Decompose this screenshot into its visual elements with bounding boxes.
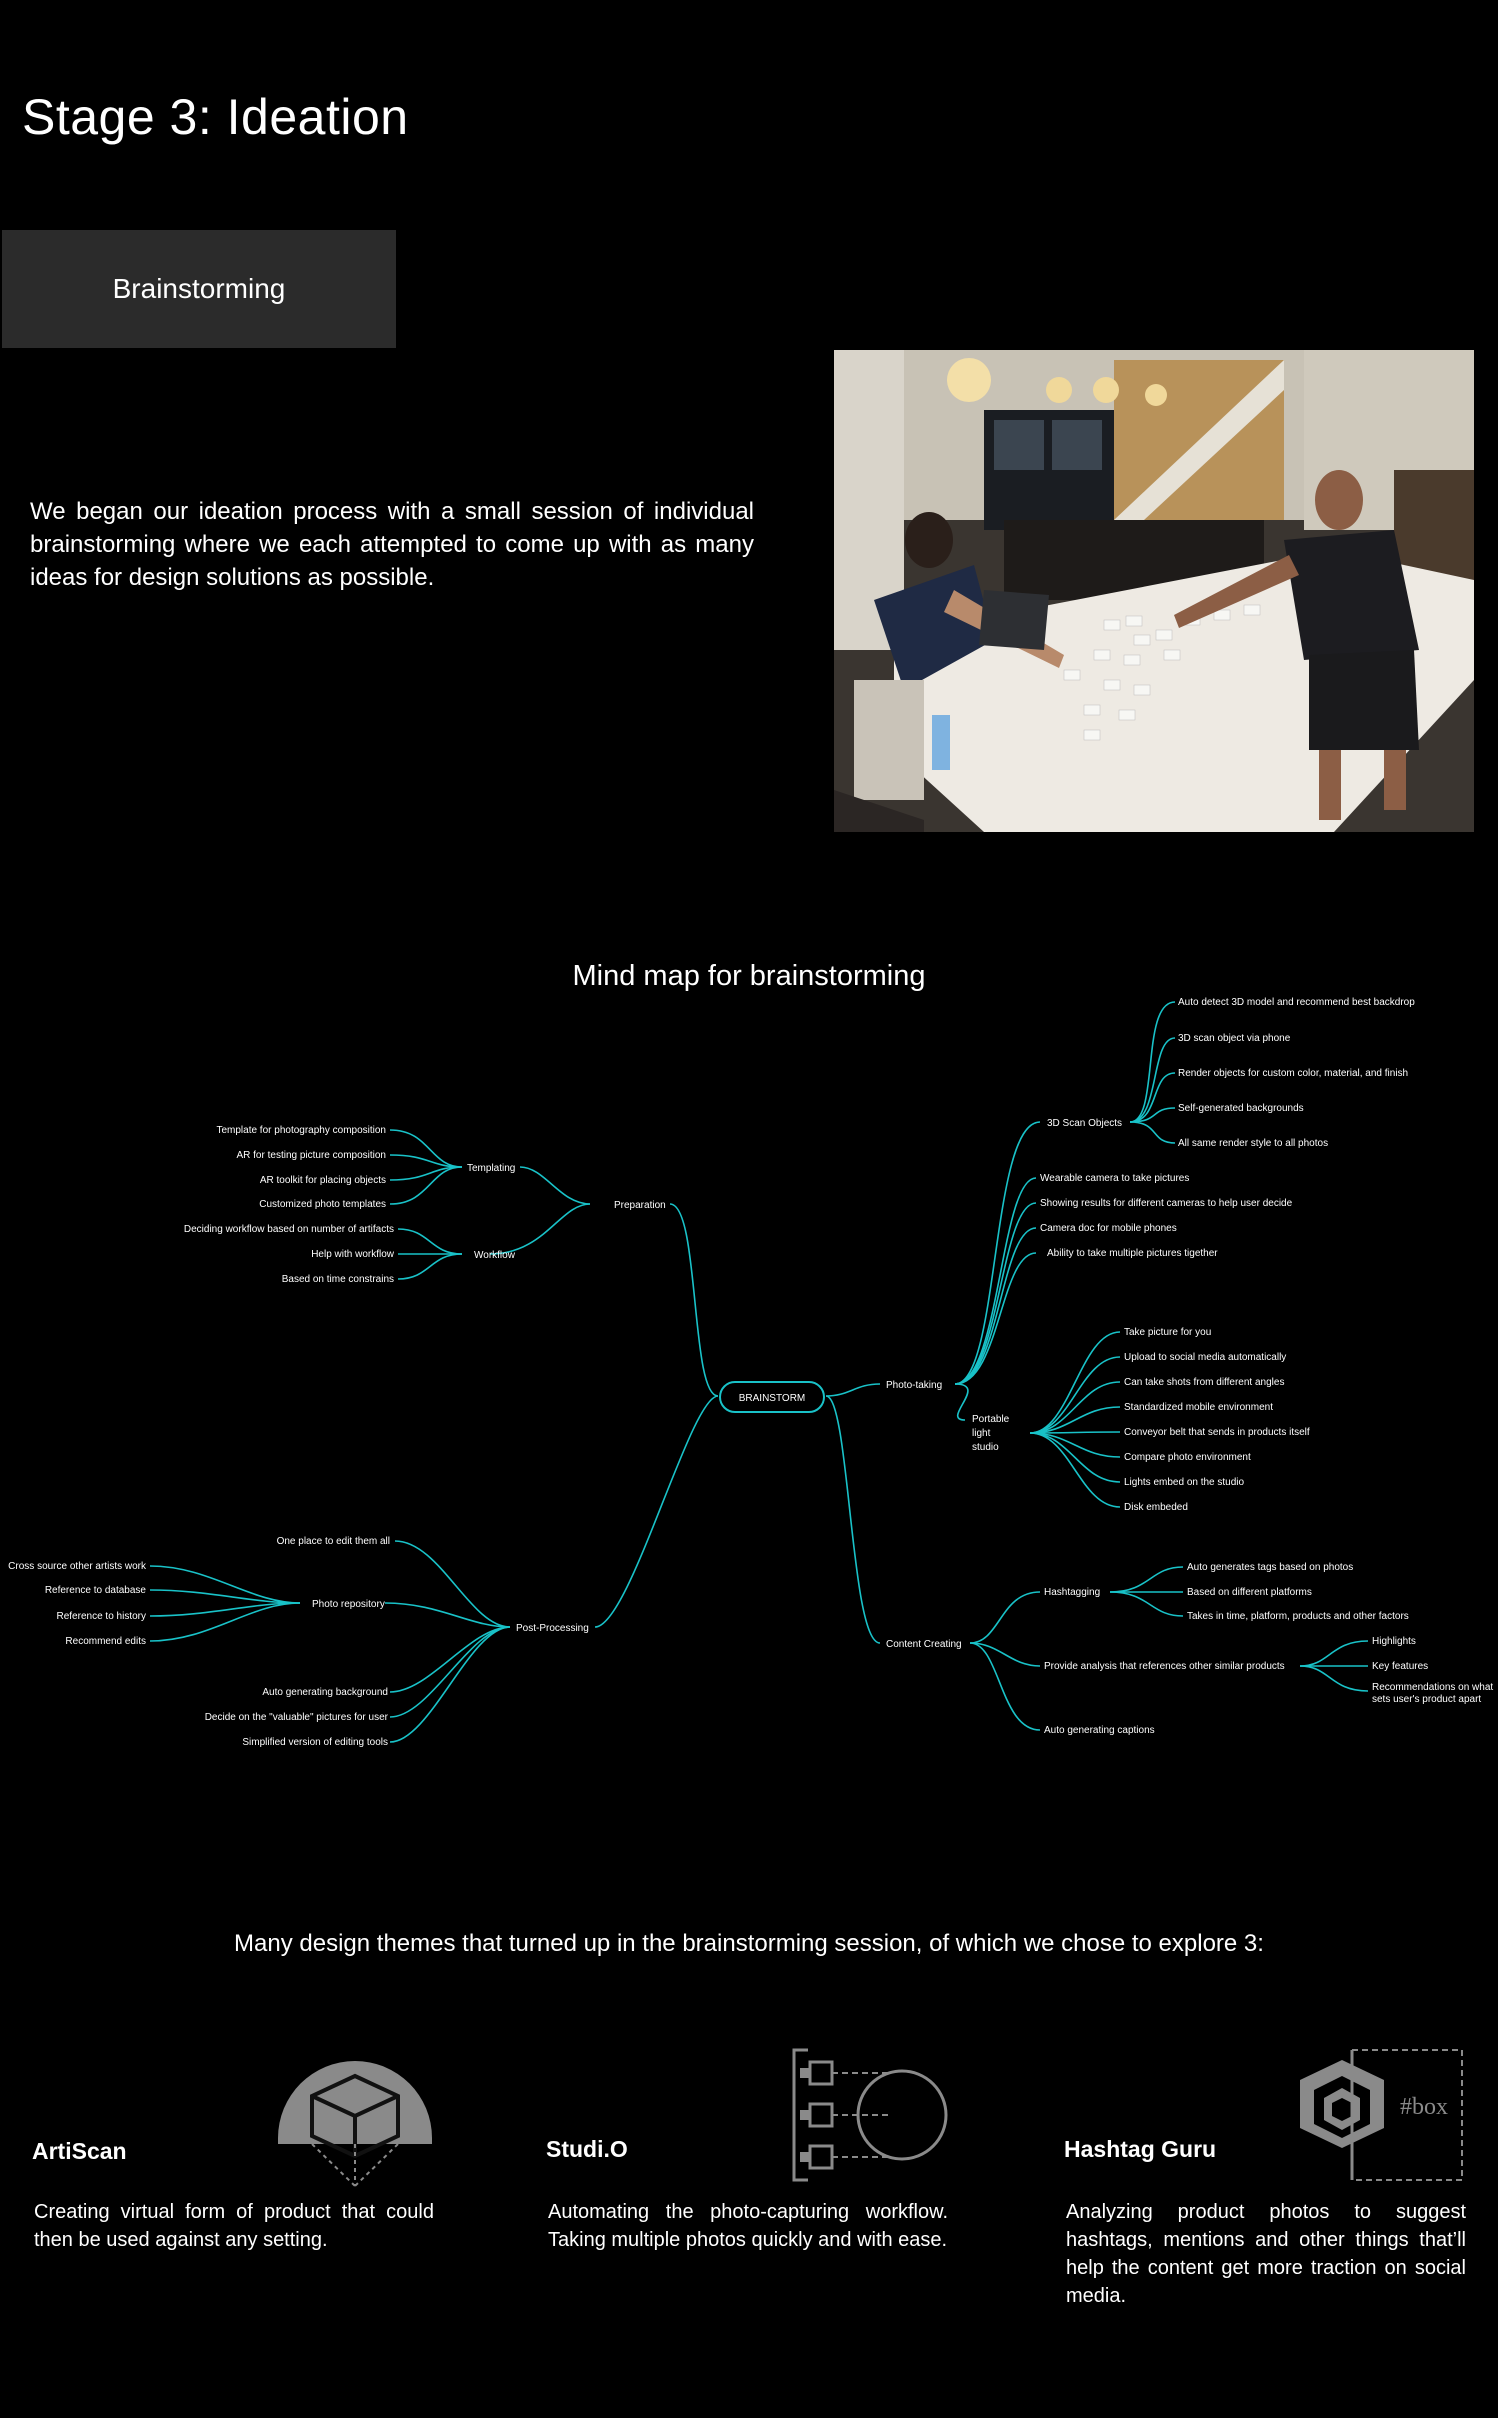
mindmap-leaf: Take picture for you xyxy=(1124,1327,1211,1338)
dome-cube-icon xyxy=(276,2048,434,2190)
mindmap-leaf: Ability to take multiple pictures tigeth… xyxy=(1047,1248,1218,1259)
mindmap-leaf: sets user's product apart xyxy=(1372,1694,1481,1705)
mindmap-leaf: Auto detect 3D model and recommend best … xyxy=(1178,997,1415,1008)
mindmap-leaf: AR toolkit for placing objects xyxy=(260,1175,386,1186)
mindmap-leaf: Render objects for custom color, materia… xyxy=(1178,1068,1408,1079)
mindmap-leaf: Compare photo environment xyxy=(1124,1452,1251,1463)
tab-brainstorming[interactable]: Brainstorming xyxy=(2,230,396,348)
mindmap-leaf: Template for photography composition xyxy=(216,1125,386,1136)
mindmap-leaf: Help with workflow xyxy=(311,1249,395,1260)
mindmap-leaf: Recommend edits xyxy=(65,1636,146,1647)
mindmap-leaf: Decide on the "valuable" pictures for us… xyxy=(205,1712,389,1723)
theme-title-studio: Studi.O xyxy=(546,2136,628,2162)
mindmap-leaf: Showing results for different cameras to… xyxy=(1040,1198,1293,1209)
node-portable-studio-line2: light xyxy=(972,1428,991,1439)
mindmap-leaf: AR for testing picture composition xyxy=(236,1150,386,1161)
mindmap-leaf: 3D scan object via phone xyxy=(1178,1033,1291,1044)
theme-desc-hashtag-guru: Analyzing product photos to suggest hash… xyxy=(1066,2201,1466,2307)
theme-desc-studio: Automating the photo-capturing workflow.… xyxy=(548,2201,948,2251)
node-portable-studio-line1: Portable xyxy=(972,1414,1010,1425)
mindmap-leaf: Standardized mobile environment xyxy=(1124,1402,1273,1413)
mindmap-leaf: Auto generating background xyxy=(262,1687,388,1698)
mindmap-leaf: Upload to social media automatically xyxy=(1124,1352,1286,1363)
mindmap-leaf: One place to edit them all xyxy=(277,1536,390,1547)
mindmap-leaf: Deciding workflow based on number of art… xyxy=(184,1224,394,1235)
mindmap-leaf: Customized photo templates xyxy=(259,1199,386,1210)
mindmap-title: Mind map for brainstorming xyxy=(572,960,926,992)
page-title: Stage 3: Ideation xyxy=(22,89,409,145)
node-photo-repository: Photo repository xyxy=(312,1599,385,1610)
mindmap-leaf: Recommendations on what xyxy=(1372,1682,1493,1693)
intro-paragraph: We began our ideation process with a sma… xyxy=(30,498,754,591)
mindmap-leaf: Wearable camera to take pictures xyxy=(1040,1173,1189,1184)
mindmap-leaf: Reference to history xyxy=(57,1611,147,1622)
mindmap-leaf: Disk embeded xyxy=(1124,1502,1188,1513)
mindmap-leaf: Self-generated backgrounds xyxy=(1178,1103,1304,1114)
mindmap-leaf: Reference to database xyxy=(45,1585,147,1596)
mindmap-leaf: Auto generates tags based on photos xyxy=(1187,1562,1353,1573)
mindmap-leaf: Auto generating captions xyxy=(1044,1725,1155,1736)
hashtag-box-icon-text: #box xyxy=(1400,2094,1448,2120)
node-workflow: Workflow xyxy=(474,1250,516,1261)
mindmap-leaf: Can take shots from different angles xyxy=(1124,1377,1284,1388)
node-3d-scan: 3D Scan Objects xyxy=(1047,1118,1122,1129)
mindmap-leaf: All same render style to all photos xyxy=(1178,1138,1328,1149)
mindmap-leaf: Cross source other artists work xyxy=(8,1561,147,1572)
mindmap-leaf: Conveyor belt that sends in products its… xyxy=(1124,1427,1310,1438)
brainstorm-photo xyxy=(834,350,1474,832)
mindmap-leaf: Camera doc for mobile phones xyxy=(1040,1223,1177,1234)
node-content-creating: Content Creating xyxy=(886,1639,962,1650)
themes-heading: Many design themes that turned up in the… xyxy=(234,1930,1264,1957)
theme-title-artiscan: ArtiScan xyxy=(32,2138,127,2164)
theme-title-hashtag-guru: Hashtag Guru xyxy=(1064,2136,1217,2162)
mindmap-center-label: BRAINSTORM xyxy=(739,1393,806,1404)
node-post-processing: Post-Processing xyxy=(516,1623,589,1634)
hashtag-box-icon: #box xyxy=(1288,2046,1466,2184)
mindmap-leaf: Lights embed on the studio xyxy=(1124,1477,1245,1488)
camera-rig-icon xyxy=(790,2046,950,2184)
brainstorm-photo-illustration xyxy=(834,350,1474,832)
mindmap-leaf: Simplified version of editing tools xyxy=(242,1737,388,1748)
node-analysis: Provide analysis that references other s… xyxy=(1044,1661,1285,1672)
mindmap-leaf: Based on different platforms xyxy=(1187,1587,1312,1598)
mind-map: BRAINSTORM Preparation Templating Templa… xyxy=(8,997,1493,1748)
node-hashtagging: Hashtagging xyxy=(1044,1587,1100,1598)
node-portable-studio-line3: studio xyxy=(972,1442,999,1453)
mindmap-leaf: Highlights xyxy=(1372,1636,1416,1647)
node-preparation: Preparation xyxy=(614,1200,666,1211)
node-photo-taking: Photo-taking xyxy=(886,1380,942,1391)
mindmap-leaf: Takes in time, platform, products and ot… xyxy=(1187,1611,1409,1622)
mindmap-leaf: Key features xyxy=(1372,1661,1428,1672)
mindmap-leaf: Based on time constrains xyxy=(282,1274,394,1285)
theme-desc-artiscan: Creating virtual form of product that co… xyxy=(34,2201,434,2251)
node-templating: Templating xyxy=(467,1163,515,1174)
